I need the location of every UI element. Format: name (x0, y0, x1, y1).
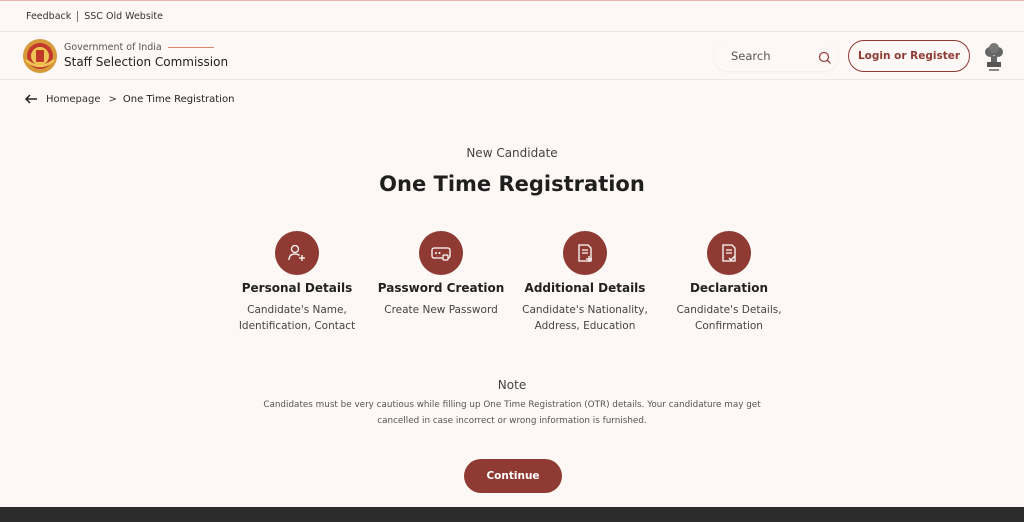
step-title: Declaration (689, 281, 769, 295)
step-icon-circle (707, 231, 751, 275)
divider (77, 10, 79, 22)
step-description: Create New Password (384, 304, 498, 316)
step-description: Candidate's Nationality, Address, Educat… (522, 304, 648, 332)
gov-label: Government of India (64, 42, 228, 53)
step-title: Additional Details (524, 281, 646, 295)
step-icon-circle (419, 231, 463, 275)
footer (0, 507, 1024, 522)
continue-button[interactable]: Continue (464, 459, 562, 493)
step-password-creation: Password Creation Create New Password (366, 231, 516, 318)
page-eyebrow: New Candidate (466, 146, 558, 160)
breadcrumb-current: One Time Registration (122, 93, 235, 105)
page-title: One Time Registration (379, 172, 645, 196)
search-input[interactable]: Search (714, 41, 838, 71)
step-icon-circle (275, 231, 319, 275)
note-heading: Note (497, 378, 527, 392)
search-placeholder: Search (731, 49, 771, 63)
step-additional-details: Additional Details Candidate's Nationali… (510, 231, 660, 334)
step-icon-circle (563, 231, 607, 275)
note-text: Candidates must be very cautious while f… (263, 400, 761, 426)
arrow-left-icon[interactable] (24, 92, 38, 106)
site-header: Government of India Staff Selection Comm… (0, 32, 1024, 80)
step-description: Candidate's Details, Confirmation (676, 304, 782, 332)
old-website-link[interactable]: SSC Old Website (84, 11, 163, 22)
document-check-icon (722, 244, 736, 262)
login-register-button[interactable]: Login or Register (848, 40, 970, 72)
step-title: Password Creation (377, 281, 505, 295)
step-personal-details: Personal Details Candidate's Name, Ident… (222, 231, 372, 334)
add-user-icon (288, 244, 305, 261)
feedback-link[interactable]: Feedback (26, 11, 71, 22)
document-add-icon (578, 244, 592, 262)
breadcrumb-separator: > (108, 93, 117, 105)
breadcrumb-home[interactable]: Homepage (46, 94, 101, 105)
org-name: Staff Selection Commission (64, 55, 229, 69)
step-title: Personal Details (241, 281, 353, 295)
org-title: Government of India Staff Selection Comm… (64, 42, 228, 69)
step-description: Candidate's Name, Identification, Contac… (238, 304, 356, 332)
password-icon (431, 247, 451, 261)
ssc-logo-icon[interactable] (22, 38, 58, 74)
national-emblem-icon (985, 43, 1003, 71)
accent-rule (167, 47, 214, 48)
step-declaration: Declaration Candidate's Details, Confirm… (654, 231, 804, 334)
search-icon[interactable] (818, 51, 832, 65)
breadcrumb: Homepage > One Time Registration (24, 91, 234, 107)
top-utility-bar: Feedback SSC Old Website (0, 0, 1024, 32)
